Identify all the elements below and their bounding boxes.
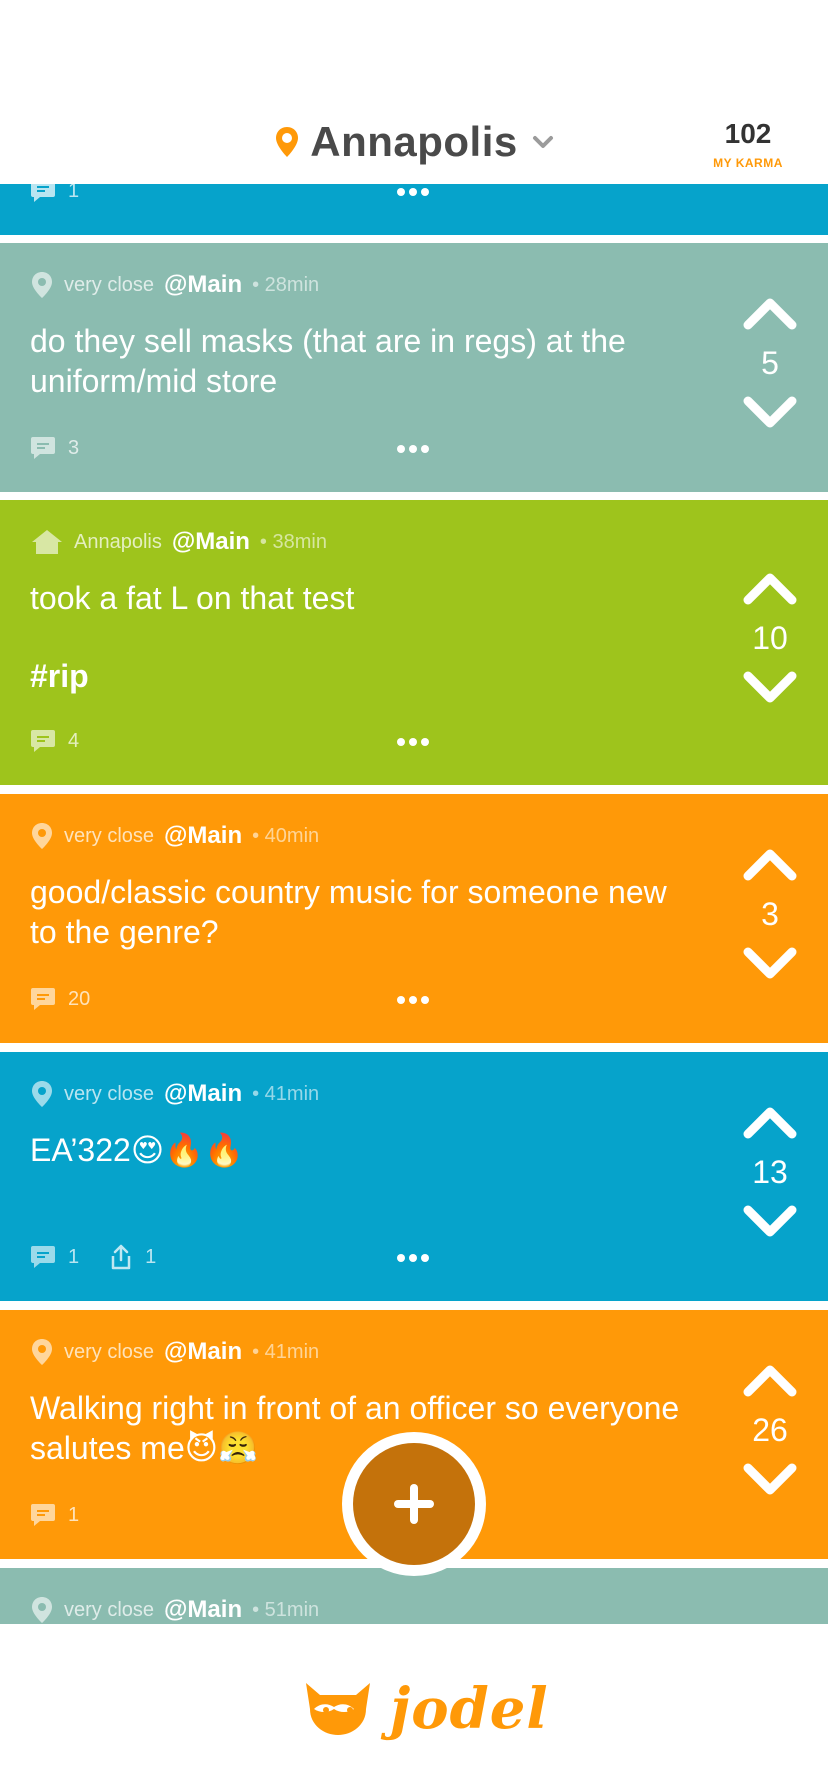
post-meta: very close @Main • 41min (30, 1080, 319, 1108)
post-channel[interactable]: @Main (164, 1080, 242, 1108)
karma-value: 102 (724, 118, 772, 149)
comment-count: 1 (68, 1245, 80, 1268)
more-options-icon[interactable] (396, 1253, 430, 1263)
post-channel[interactable]: @Main (164, 271, 242, 299)
upvote-icon[interactable] (742, 848, 798, 882)
vote-count: 13 (752, 1154, 788, 1190)
comment-count: 1 (68, 1503, 80, 1526)
fox-logo-icon (306, 1683, 370, 1735)
downvote-icon[interactable] (742, 946, 798, 980)
post-time: • 51min (252, 1598, 320, 1621)
home-icon (32, 530, 62, 554)
brand-logo: jodel (300, 1676, 549, 1742)
post-meta: very close @Main • 28min (30, 271, 319, 299)
karma-display[interactable]: 102 MY KARMA (708, 118, 788, 170)
chevron-down-icon (532, 136, 553, 148)
comment-icon (31, 1246, 55, 1268)
post-location: very close (64, 1340, 155, 1363)
downvote-icon[interactable] (742, 1204, 798, 1238)
vote-count: 10 (752, 620, 788, 656)
post-channel[interactable]: @Main (164, 1338, 242, 1366)
post-card[interactable]: very close @Main • 41min EA’322😍🔥🔥 1 1 1… (0, 1052, 828, 1301)
post-channel[interactable]: @Main (164, 1596, 242, 1624)
more-options-icon[interactable] (396, 444, 430, 454)
location-pin-icon (32, 1081, 52, 1107)
karma-label: MY KARMA (713, 156, 783, 170)
downvote-icon[interactable] (742, 670, 798, 704)
post-text: good/classic country music for someone n… (30, 874, 667, 950)
post-card[interactable]: very close @Main • 28min do they sell ma… (0, 243, 828, 492)
comment-count: 4 (68, 729, 80, 752)
vote-control: 10 (742, 572, 798, 704)
post-time: • 40min (252, 824, 320, 847)
vote-count: 26 (752, 1412, 788, 1448)
location-pin-icon (32, 272, 52, 298)
post-meta: Annapolis @Main • 38min (30, 528, 327, 556)
downvote-icon[interactable] (742, 1462, 798, 1496)
post-time: • 28min (252, 273, 320, 296)
post-footer: 20 (30, 985, 90, 1013)
vote-count: 3 (761, 896, 779, 932)
comment-icon (31, 437, 55, 459)
more-options-icon[interactable] (396, 187, 430, 197)
post-card[interactable]: Annapolis @Main • 38min took a fat L on … (0, 500, 828, 785)
comment-icon (31, 730, 55, 752)
post-footer: 3 (30, 434, 79, 462)
brand-name: jodel (390, 1676, 549, 1742)
vote-control: 5 (742, 297, 798, 429)
comment-icon (31, 988, 55, 1010)
post-meta: very close @Main • 40min (30, 822, 319, 850)
upvote-icon[interactable] (742, 297, 798, 331)
upvote-icon[interactable] (742, 1364, 798, 1398)
comment-count: 20 (68, 987, 91, 1010)
post-hashtag[interactable]: #rip (30, 658, 89, 695)
post-text: EA’322😍🔥🔥 (30, 1132, 244, 1168)
comment-icon (31, 1504, 55, 1526)
post-text: took a fat L on that test (30, 580, 355, 616)
upvote-icon[interactable] (742, 1106, 798, 1140)
location-title: Annapolis (310, 118, 518, 165)
post-time: • 41min (252, 1340, 320, 1363)
more-options-icon[interactable] (396, 995, 430, 1005)
post-card[interactable]: very close @Main • 40min good/classic co… (0, 794, 828, 1043)
app-header: Annapolis 102 MY KARMA (0, 0, 828, 184)
more-options-icon[interactable] (396, 737, 430, 747)
post-text: do they sell masks (that are in regs) at… (30, 323, 626, 399)
location-pin-icon (32, 823, 52, 849)
downvote-icon[interactable] (742, 395, 798, 429)
location-pin-icon (32, 1339, 52, 1365)
new-post-button[interactable] (342, 1432, 486, 1576)
upvote-icon[interactable] (742, 572, 798, 606)
location-pin-icon (276, 127, 299, 157)
plus-icon (394, 1484, 434, 1524)
vote-control: 3 (742, 848, 798, 980)
post-time: • 41min (252, 1082, 320, 1105)
post-time: • 38min (259, 530, 327, 553)
bottom-brand-bar: jodel (0, 1624, 828, 1792)
post-location: very close (64, 824, 155, 847)
post-meta: very close @Main • 41min (30, 1338, 319, 1366)
post-card[interactable]: very close @Main • 51min (0, 1568, 828, 1624)
location-selector[interactable]: Annapolis (0, 118, 828, 168)
share-count: 1 (145, 1245, 157, 1268)
vote-control: 26 (742, 1364, 798, 1496)
new-post-button-inner (353, 1443, 475, 1565)
feed: 1 very close @Main • 28min do they sell … (0, 0, 828, 1624)
post-channel[interactable]: @Main (172, 528, 250, 556)
post-meta: very close @Main • 51min (30, 1596, 319, 1624)
post-location: very close (64, 1082, 155, 1105)
post-location: very close (64, 1598, 155, 1621)
share-icon[interactable] (109, 1244, 133, 1270)
vote-control: 13 (742, 1106, 798, 1238)
post-channel[interactable]: @Main (164, 822, 242, 850)
post-footer: 4 (30, 727, 79, 755)
post-footer: 1 (30, 1501, 79, 1529)
vote-count: 5 (761, 345, 779, 381)
location-pin-icon (32, 1597, 52, 1623)
post-location: very close (64, 273, 155, 296)
comment-count: 3 (68, 436, 80, 459)
post-footer: 1 1 (30, 1243, 156, 1271)
post-location: Annapolis (74, 530, 162, 553)
